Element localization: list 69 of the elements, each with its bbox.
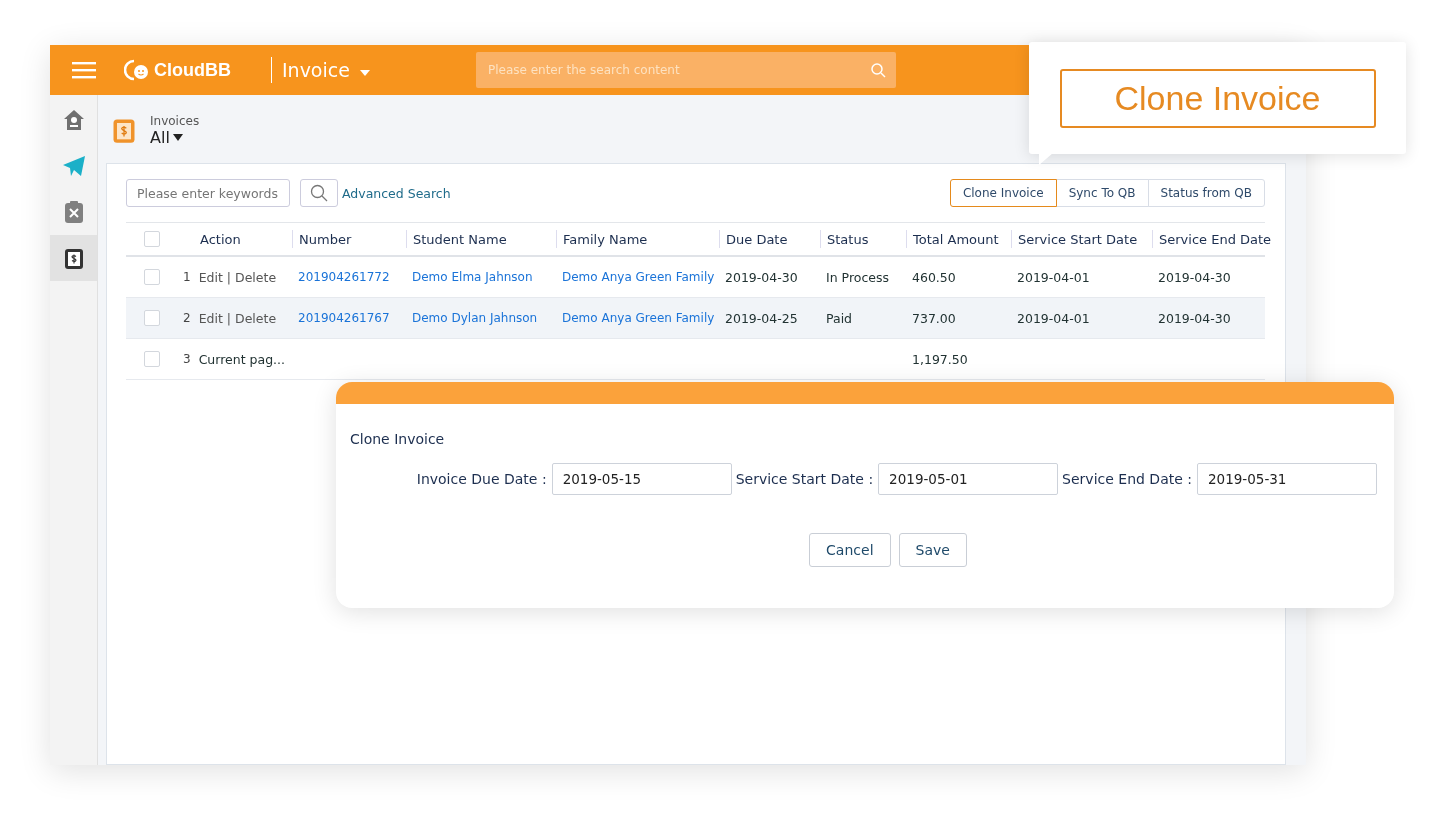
search-button[interactable] <box>300 179 338 207</box>
table-cell: 737.00 <box>912 310 956 326</box>
column-header: Service Start Date <box>1018 231 1138 247</box>
row-actions[interactable]: Edit | Delete <box>198 310 277 326</box>
home-icon <box>62 109 85 131</box>
column-header: Due Date <box>726 231 788 247</box>
table-cell: 2019-04-30 <box>1158 310 1231 326</box>
advanced-search-link[interactable]: Advanced Search <box>342 185 451 201</box>
page-subtitle: Invoices <box>150 113 200 128</box>
module-title: Invoice <box>282 59 350 81</box>
table-cell: Current pag... <box>198 351 285 367</box>
checkbox[interactable] <box>144 269 160 285</box>
search-icon <box>310 184 328 202</box>
table-link[interactable]: 201904261767 <box>298 311 390 325</box>
table-cell: 2019-04-01 <box>1017 310 1090 326</box>
paper-plane-icon <box>61 155 86 177</box>
toolbar-button[interactable]: Sync To QB <box>1055 179 1149 207</box>
dialog-button[interactable]: Save <box>898 533 967 567</box>
sidebar-item[interactable] <box>50 235 97 281</box>
search-icon[interactable] <box>870 62 886 78</box>
checkbox[interactable] <box>144 351 160 367</box>
smiley-cloud-icon <box>124 59 150 81</box>
dialog-button[interactable]: Cancel <box>809 533 891 567</box>
column-header: Total Amount <box>913 231 999 247</box>
column-header: Status <box>827 231 869 247</box>
column-header: Action <box>200 231 241 247</box>
checkbox[interactable] <box>144 310 160 326</box>
field-label: Service Start Date : <box>735 471 874 487</box>
row-actions[interactable]: Edit | Delete <box>198 269 277 285</box>
column-header: Family Name <box>563 231 648 247</box>
row-number: 3 <box>183 352 191 366</box>
field-label: Invoice Due Date : <box>416 471 547 487</box>
table-link[interactable]: Demo Dylan Jahnson <box>412 311 538 325</box>
column-header: Number <box>299 231 352 247</box>
search-field[interactable]: Please enter the search content <box>475 52 896 88</box>
row-number: 2 <box>183 311 191 325</box>
table-cell: 2019-04-30 <box>1158 269 1231 285</box>
search-input[interactable]: Please enter the search content <box>485 62 871 78</box>
toolbar-button[interactable]: Clone Invoice <box>949 179 1057 207</box>
view-selector[interactable]: All <box>150 127 200 147</box>
table-cell: Paid <box>826 310 853 326</box>
row-number: 1 <box>183 270 191 284</box>
checkbox[interactable] <box>144 231 160 247</box>
keyword-field[interactable]: Please enter keywords <box>126 179 290 207</box>
table-cell: 2019-04-01 <box>1017 269 1090 285</box>
date-field[interactable]: 2019-05-31 <box>1197 463 1377 495</box>
caret-icon[interactable] <box>359 70 370 76</box>
clipboard-tools-icon <box>63 200 84 224</box>
column-header: Student Name <box>413 231 507 247</box>
field-label: Service End Date : <box>1062 471 1192 487</box>
table-cell: 2019-04-25 <box>725 310 798 326</box>
table-cell: In Process <box>826 269 889 285</box>
date-field[interactable]: 2019-05-01 <box>878 463 1059 495</box>
table-link[interactable]: 201904261772 <box>298 270 390 284</box>
toolbar-button[interactable]: Status from QB <box>1147 179 1265 207</box>
table-cell: 460.50 <box>912 269 956 285</box>
table-link[interactable]: Demo Anya Green Family <box>562 311 715 325</box>
dialog-title: Clone Invoice <box>350 431 446 447</box>
table-link[interactable]: Demo Anya Green Family <box>562 270 715 284</box>
date-field[interactable]: 2019-05-15 <box>551 463 732 495</box>
callout-label: Clone Invoice <box>1059 68 1376 128</box>
table-cell: 1,197.50 <box>912 351 968 367</box>
table-link[interactable]: Demo Elma Jahnson <box>412 270 533 284</box>
column-header: Service End Date <box>1159 231 1272 247</box>
invoice-icon <box>63 246 84 270</box>
menu-icon[interactable] <box>72 61 96 79</box>
table-cell: 2019-04-30 <box>725 269 798 285</box>
caret-icon <box>172 133 183 141</box>
logo-text: CloudBB <box>154 59 231 81</box>
